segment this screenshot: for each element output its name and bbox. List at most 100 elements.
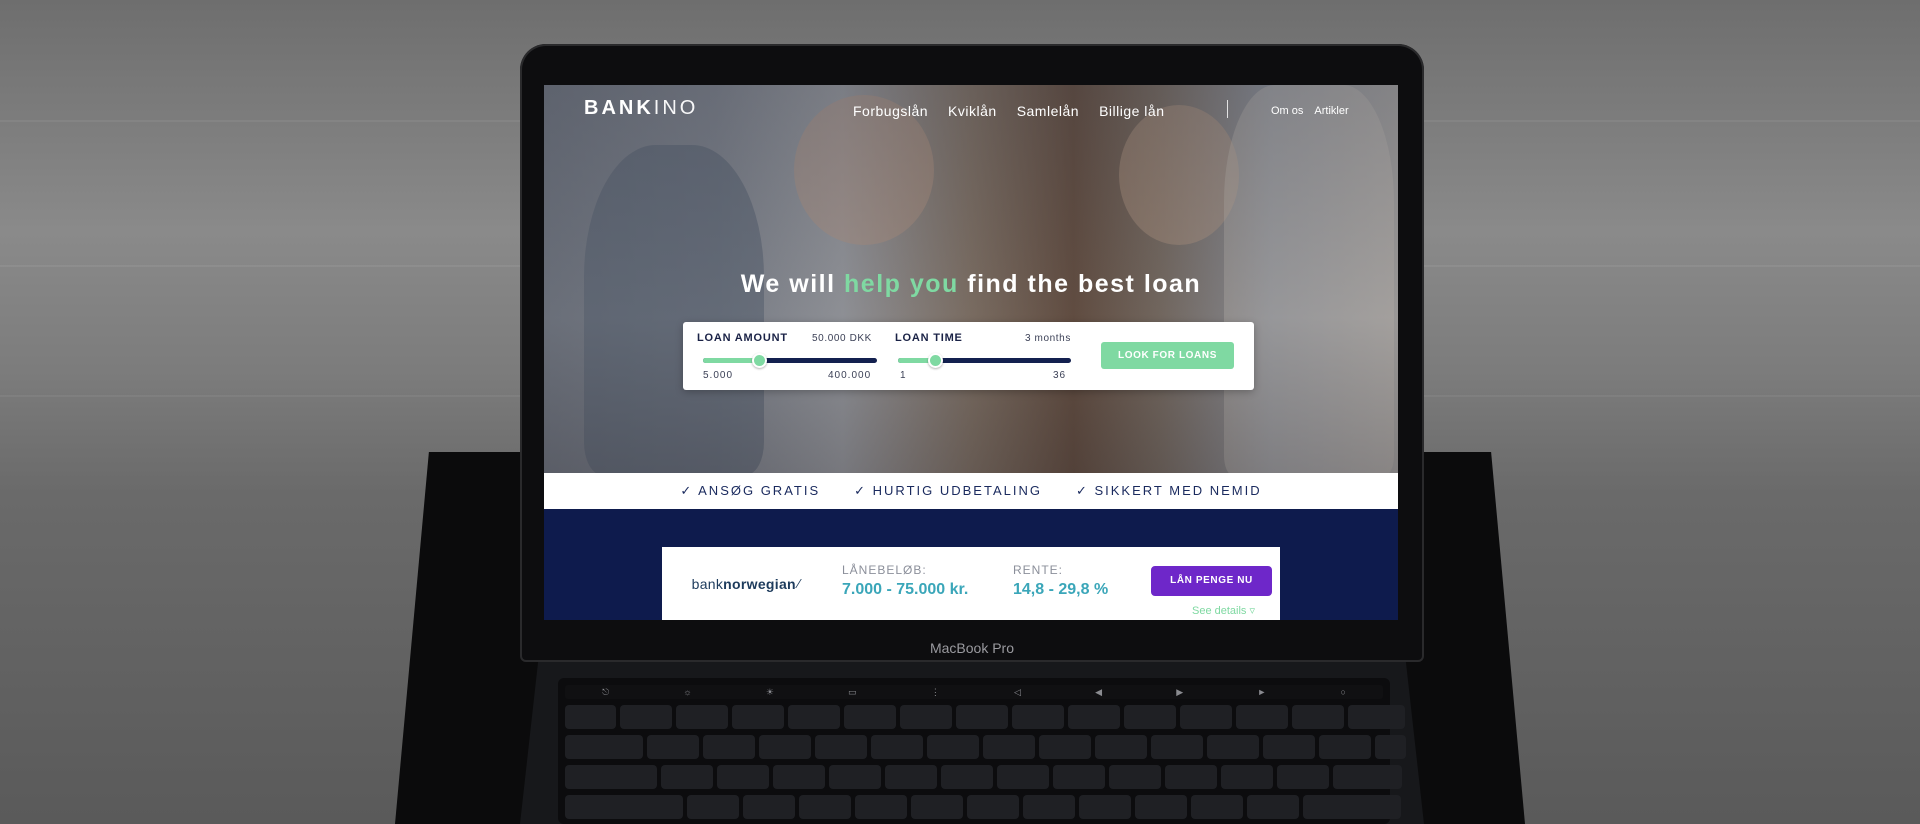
headline-highlight: help you xyxy=(844,270,959,298)
loan-amount-slider-fill xyxy=(703,358,759,363)
keyboard-row xyxy=(565,735,1406,759)
lender-logo-bold: norwegian xyxy=(723,575,796,592)
rate-label: RENTE: xyxy=(1013,563,1064,577)
key[interactable] xyxy=(759,735,811,759)
key[interactable] xyxy=(927,735,979,759)
key[interactable] xyxy=(799,795,851,819)
key[interactable] xyxy=(1207,735,1259,759)
lender-logo-light: bank xyxy=(691,575,724,592)
key[interactable] xyxy=(1221,765,1273,789)
loan-amount-max: 400.000 xyxy=(828,370,872,381)
key[interactable] xyxy=(1151,735,1203,759)
key[interactable] xyxy=(1319,735,1371,759)
loan-amount-min: 5.000 xyxy=(703,370,734,381)
touchbar-mute-icon: ◁ xyxy=(1014,686,1021,697)
nav-item-samlelan[interactable]: Samlelån xyxy=(1017,103,1079,119)
keyboard-row xyxy=(565,765,1402,789)
loan-amount-slider-handle[interactable] xyxy=(752,353,767,368)
laptop-screen: BANKINO Forbugslån Kviklån Samlelån Bill… xyxy=(544,85,1398,620)
key[interactable] xyxy=(983,735,1035,759)
key[interactable] xyxy=(1277,765,1329,789)
secondary-nav: Om os Artikler xyxy=(1271,105,1349,117)
key[interactable] xyxy=(661,765,713,789)
touchbar-touch-id-icon: ○ xyxy=(1340,687,1346,697)
key[interactable] xyxy=(676,705,728,729)
key[interactable] xyxy=(1191,795,1243,819)
key[interactable] xyxy=(620,705,672,729)
key[interactable] xyxy=(1109,765,1161,789)
key[interactable] xyxy=(647,735,699,759)
site-logo[interactable]: BANKINO xyxy=(584,97,698,120)
key[interactable] xyxy=(815,735,867,759)
loan-amount-value: 50.000 DKK xyxy=(812,333,872,344)
key[interactable] xyxy=(1263,735,1315,759)
touchbar-play-icon: ► xyxy=(1257,687,1267,697)
key[interactable] xyxy=(1292,705,1344,729)
key[interactable] xyxy=(885,765,937,789)
key[interactable] xyxy=(1053,765,1105,789)
shift-key[interactable] xyxy=(565,795,683,819)
key[interactable] xyxy=(1375,735,1406,759)
touchbar-mission-control-icon: ▭ xyxy=(848,686,857,697)
lender-logo: bank norwegian ⁄ xyxy=(662,547,830,620)
key[interactable] xyxy=(1012,705,1064,729)
key[interactable] xyxy=(871,735,923,759)
caps-lock-key[interactable] xyxy=(565,765,657,789)
loan-time-min: 1 xyxy=(900,370,907,381)
key[interactable] xyxy=(703,735,755,759)
key[interactable] xyxy=(900,705,952,729)
key[interactable] xyxy=(565,705,616,729)
key[interactable] xyxy=(997,765,1049,789)
right-shift-key[interactable] xyxy=(1303,795,1401,819)
touchbar-launchpad-icon: ⋮ xyxy=(930,686,940,697)
key[interactable] xyxy=(1135,795,1187,819)
loan-time-label: LOAN TIME xyxy=(895,332,963,344)
return-key[interactable] xyxy=(1333,765,1402,789)
look-for-loans-button[interactable]: LOOK FOR LOANS xyxy=(1101,342,1234,369)
key[interactable] xyxy=(1165,765,1217,789)
trust-item-nemid: ✓ SIKKERT MED NEMID xyxy=(1075,483,1262,498)
key[interactable] xyxy=(1180,705,1232,729)
key[interactable] xyxy=(1247,795,1299,819)
key[interactable] xyxy=(732,705,784,729)
key[interactable] xyxy=(773,765,825,789)
hero-headline: We will help you find the best loan xyxy=(544,270,1398,299)
key[interactable] xyxy=(1095,735,1147,759)
nav-item-billige-lan[interactable]: Billige lån xyxy=(1099,103,1164,119)
key[interactable] xyxy=(844,705,896,729)
key[interactable] xyxy=(1236,705,1288,729)
loan-time-slider-handle[interactable] xyxy=(928,353,943,368)
key[interactable] xyxy=(956,705,1008,729)
key[interactable] xyxy=(1039,735,1091,759)
key[interactable] xyxy=(788,705,840,729)
key[interactable] xyxy=(911,795,963,819)
loan-calculator: LOAN AMOUNT 50.000 DKK 5.000 400.000 LOA… xyxy=(683,322,1254,390)
nav-item-artikler[interactable]: Artikler xyxy=(1314,105,1348,117)
key[interactable] xyxy=(941,765,993,789)
delete-key[interactable] xyxy=(1348,705,1405,729)
loan-offer-card: bank norwegian ⁄ LÅNEBELØB: 7.000 - 75.000… xyxy=(662,547,1280,620)
key[interactable] xyxy=(717,765,769,789)
key[interactable] xyxy=(743,795,795,819)
apply-loan-button[interactable]: LÅN PENGE NU xyxy=(1151,566,1272,596)
amount-label: LÅNEBELØB: xyxy=(842,563,927,577)
nav-item-om-os[interactable]: Om os xyxy=(1271,105,1303,117)
key[interactable] xyxy=(1079,795,1131,819)
key[interactable] xyxy=(855,795,907,819)
see-details-link[interactable]: See details ▿ xyxy=(1192,604,1255,617)
laptop-brand-label: MacBook Pro xyxy=(929,640,1015,656)
nav-divider xyxy=(1227,100,1228,118)
nav-item-kviklan[interactable]: Kviklån xyxy=(948,103,997,119)
key[interactable] xyxy=(967,795,1019,819)
loan-time-value: 3 months xyxy=(1025,333,1071,344)
key[interactable] xyxy=(1023,795,1075,819)
swoosh-icon: ⁄ xyxy=(797,576,801,591)
trust-item-free: ✓ ANSØG GRATIS xyxy=(680,483,821,498)
key[interactable] xyxy=(687,795,739,819)
key[interactable] xyxy=(829,765,881,789)
key[interactable] xyxy=(1124,705,1176,729)
logo-light-text: INO xyxy=(653,97,699,119)
tab-key[interactable] xyxy=(565,735,643,759)
nav-item-forbugslan[interactable]: Forbugslån xyxy=(853,103,928,119)
key[interactable] xyxy=(1068,705,1120,729)
